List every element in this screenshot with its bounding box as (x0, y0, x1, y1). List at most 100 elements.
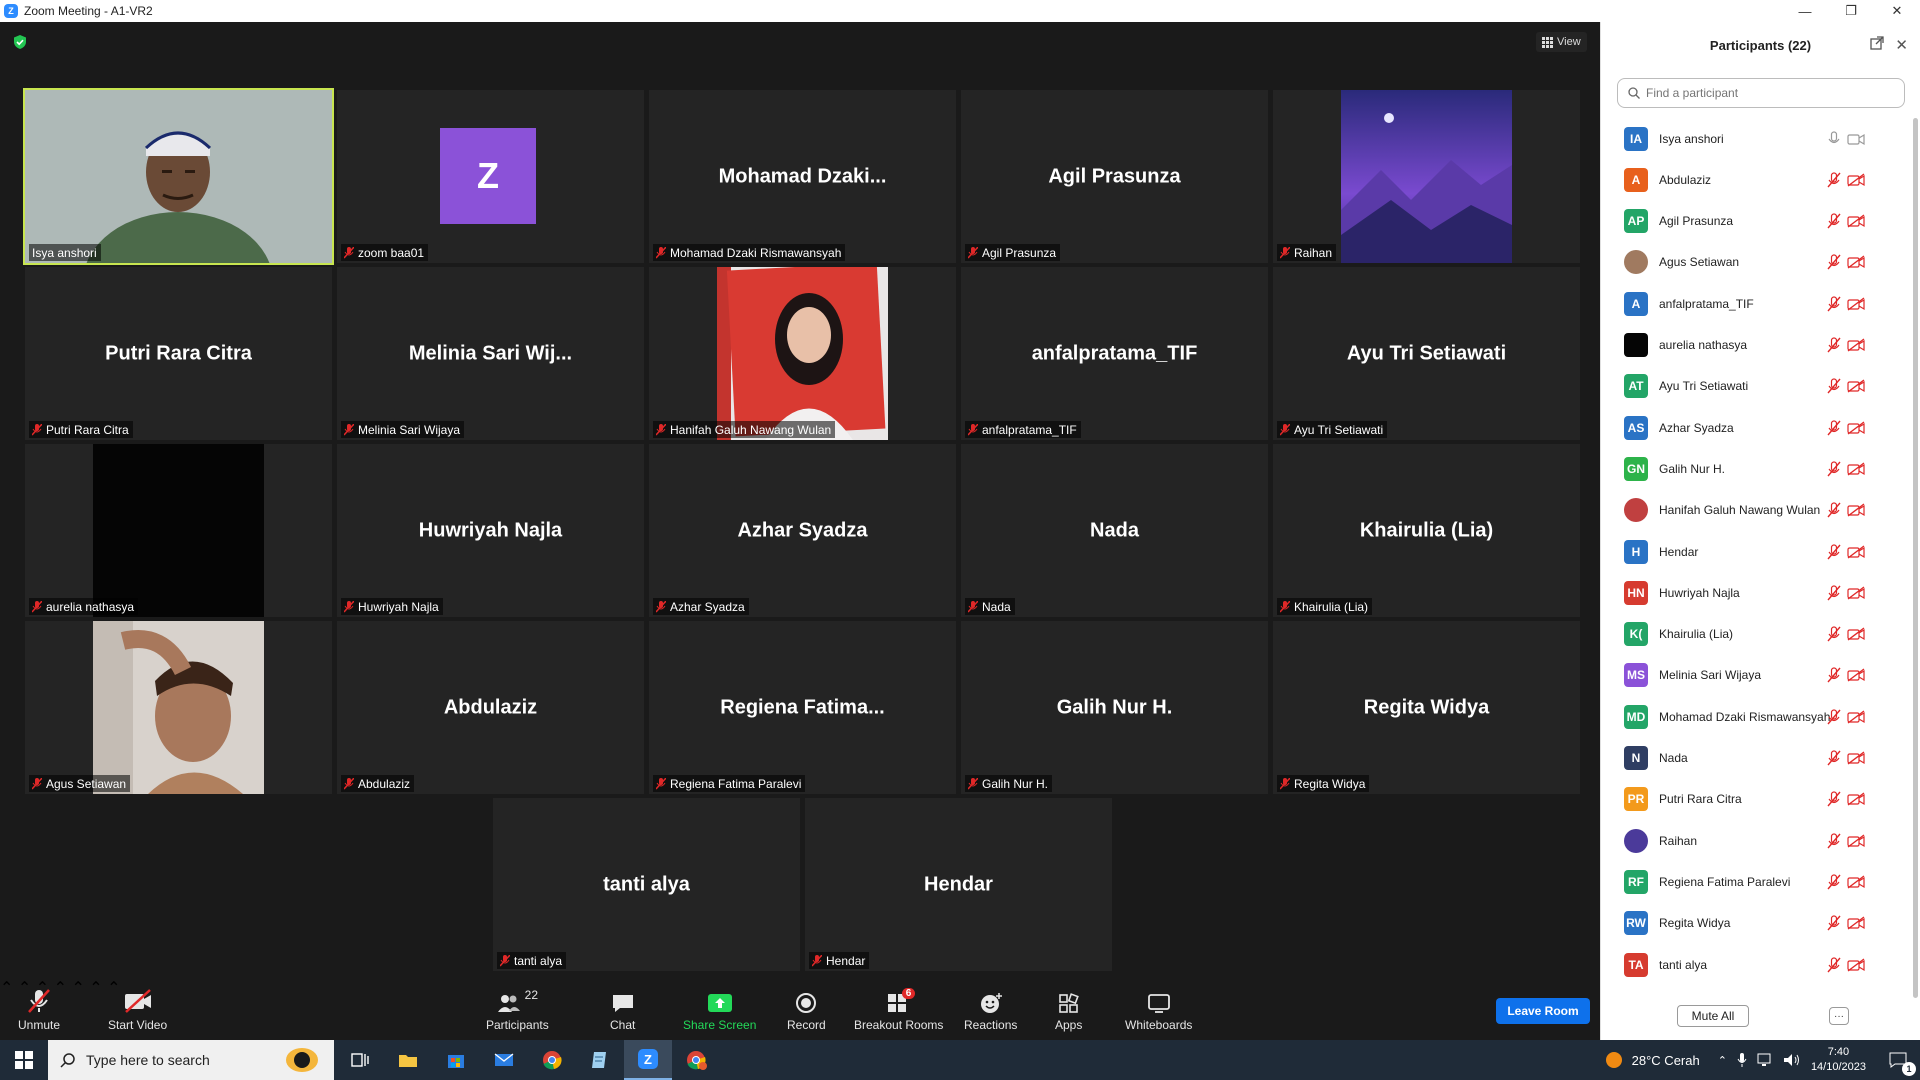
close-window-button[interactable]: ✕ (1874, 0, 1920, 22)
task-view-icon[interactable] (336, 1040, 384, 1080)
muted-mic-icon[interactable] (1827, 172, 1841, 188)
muted-mic-icon[interactable] (1827, 543, 1841, 560)
video-tile-raihan[interactable]: Raihan (1273, 90, 1580, 263)
whiteboards-button[interactable]: Whiteboards (1125, 988, 1192, 1032)
video-off-icon[interactable] (1847, 503, 1865, 517)
participant-row[interactable]: N Nada (1601, 738, 1911, 779)
muted-mic-icon[interactable] (1827, 461, 1841, 477)
zoom-taskbar-icon[interactable]: Z (624, 1040, 672, 1080)
video-tile-hanifah[interactable]: Hanifah Galuh Nawang Wulan (649, 267, 956, 440)
video-off-icon[interactable] (1847, 751, 1865, 765)
muted-mic-icon[interactable] (1827, 337, 1841, 353)
participant-row[interactable]: RF Regiena Fatima Paralevi (1601, 861, 1911, 902)
video-off-icon[interactable] (1847, 834, 1865, 848)
video-off-icon[interactable] (1847, 957, 1865, 972)
search-input[interactable] (1646, 86, 1886, 100)
video-tile-melinia[interactable]: Melinia Sari Wij... Melinia Sari Wijaya (337, 267, 644, 440)
video-off-icon[interactable] (1847, 173, 1865, 187)
muted-mic-icon[interactable] (1827, 213, 1841, 229)
unmute-button[interactable]: Unmute (18, 988, 60, 1032)
participant-row[interactable]: TA tanti alya (1601, 944, 1911, 985)
video-tile-agus[interactable]: Agus Setiawan (25, 621, 332, 794)
muted-mic-icon[interactable] (1827, 585, 1841, 601)
participant-row[interactable]: AP Agil Prasunza (1601, 201, 1911, 242)
video-tile-galih[interactable]: Galih Nur H. Galih Nur H. (961, 621, 1268, 794)
participant-row[interactable]: AS Azhar Syadza (1601, 407, 1911, 448)
video-off-icon[interactable] (1847, 544, 1865, 559)
participant-row[interactable]: RW Regita Widya (1601, 903, 1911, 944)
video-tile-zoom-baa01[interactable]: Z zoom baa01 (337, 90, 644, 263)
participant-row[interactable]: IA Isya anshori (1601, 118, 1911, 159)
muted-mic-icon[interactable] (1827, 378, 1841, 394)
muted-mic-icon[interactable] (1827, 832, 1841, 849)
video-tile-isya[interactable]: Isya anshori (23, 88, 334, 265)
breakout-rooms-button[interactable]: 6 Breakout Rooms (854, 988, 943, 1032)
apps-options-caret[interactable]: ⌃ (89, 980, 102, 997)
video-tile-regita[interactable]: Regita Widya Regita Widya (1273, 621, 1580, 794)
muted-mic-icon[interactable] (1827, 956, 1841, 973)
mute-all-button[interactable]: Mute All (1677, 1005, 1749, 1027)
participant-row[interactable]: AT Ayu Tri Setiawati (1601, 366, 1911, 407)
video-off-icon[interactable] (1847, 214, 1865, 228)
muted-mic-icon[interactable] (1827, 626, 1841, 642)
video-off-icon[interactable] (1847, 668, 1865, 682)
leave-room-button[interactable]: Leave Room (1496, 998, 1590, 1024)
video-tile-hendar[interactable]: Hendar Hendar (805, 798, 1112, 971)
muted-mic-icon[interactable] (1827, 750, 1841, 766)
participant-search[interactable] (1617, 78, 1905, 108)
file-explorer-icon[interactable] (384, 1040, 432, 1080)
video-off-icon[interactable] (1847, 916, 1865, 930)
participant-row[interactable]: aurelia nathasya (1601, 325, 1911, 366)
video-off-icon[interactable] (1847, 627, 1865, 641)
muted-mic-icon[interactable] (1827, 419, 1841, 436)
participant-row[interactable]: Hanifah Galuh Nawang Wulan (1601, 490, 1911, 531)
participant-list-scrollbar[interactable] (1913, 118, 1918, 998)
video-tile-ayu[interactable]: Ayu Tri Setiawati Ayu Tri Setiawati (1273, 267, 1580, 440)
mic-icon[interactable] (1827, 130, 1841, 147)
microsoft-store-icon[interactable] (432, 1040, 480, 1080)
notifications-button[interactable]: 1 (1876, 1040, 1920, 1080)
video-off-icon[interactable] (1847, 792, 1865, 806)
chat-button[interactable]: Chat (610, 988, 635, 1032)
chrome-icon[interactable] (528, 1040, 576, 1080)
video-tile-dzaki[interactable]: Mohamad Dzaki... Mohamad Dzaki Rismawans… (649, 90, 956, 263)
muted-mic-icon[interactable] (1827, 254, 1841, 270)
video-tile-tanti[interactable]: tanti alya tanti alya (493, 798, 800, 971)
weather-text[interactable]: 28°C Cerah (1632, 1053, 1700, 1068)
video-tile-agil[interactable]: Agil Prasunza Agil Prasunza (961, 90, 1268, 263)
video-tile-aurelia[interactable]: aurelia nathasya (25, 444, 332, 617)
video-tile-huwriyah[interactable]: Huwriyah Najla Huwriyah Najla (337, 444, 644, 617)
chrome-profile-icon[interactable] (672, 1040, 720, 1080)
participant-row[interactable]: Raihan (1601, 820, 1911, 861)
apps-button[interactable]: Apps (1055, 988, 1082, 1032)
muted-mic-icon[interactable] (1827, 667, 1841, 683)
start-button[interactable] (0, 1040, 48, 1080)
video-tile-azhar[interactable]: Azhar Syadza Azhar Syadza (649, 444, 956, 617)
video-off-icon[interactable] (1847, 462, 1865, 476)
participant-row[interactable]: K(Khairulia (Lia) (1601, 614, 1911, 655)
more-options-button[interactable]: ··· (1829, 1007, 1849, 1025)
video-tile-anfal[interactable]: anfalpratama_TIF anfalpratama_TIF (961, 267, 1268, 440)
participant-row[interactable]: A Abdulaziz (1601, 159, 1911, 200)
muted-mic-icon[interactable] (1827, 791, 1841, 807)
reactions-options-caret[interactable]: ⌃ (71, 980, 84, 997)
muted-mic-icon[interactable] (1827, 502, 1841, 518)
muted-mic-icon[interactable] (1827, 709, 1841, 725)
video-tile-putri[interactable]: Putri Rara Citra Putri Rara Citra (25, 267, 332, 440)
video-tile-regiena[interactable]: Regiena Fatima... Regiena Fatima Paralev… (649, 621, 956, 794)
video-off-icon[interactable] (1847, 338, 1865, 352)
record-button[interactable]: Record (787, 988, 826, 1032)
video-tile-abdulaziz[interactable]: Abdulaziz Abdulaziz (337, 621, 644, 794)
microphone-tray-icon[interactable] (1737, 1052, 1747, 1068)
close-panel-icon[interactable]: ✕ (1895, 36, 1908, 54)
video-off-icon[interactable] (1847, 586, 1865, 600)
video-off-icon[interactable] (1847, 875, 1865, 889)
reactions-button[interactable]: Reactions (964, 988, 1017, 1032)
taskbar-search[interactable]: Type here to search (48, 1040, 334, 1080)
participant-row[interactable]: GN Galih Nur H. (1601, 448, 1911, 489)
clock[interactable]: 7:40 14/10/2023 (1811, 1045, 1866, 1075)
participant-row[interactable]: MD Mohamad Dzaki Rismawansyah (1601, 696, 1911, 737)
participants-button[interactable]: 22 Participants (486, 988, 549, 1032)
video-off-icon[interactable] (1847, 297, 1865, 311)
participant-row[interactable]: Agus Setiawan (1601, 242, 1911, 283)
